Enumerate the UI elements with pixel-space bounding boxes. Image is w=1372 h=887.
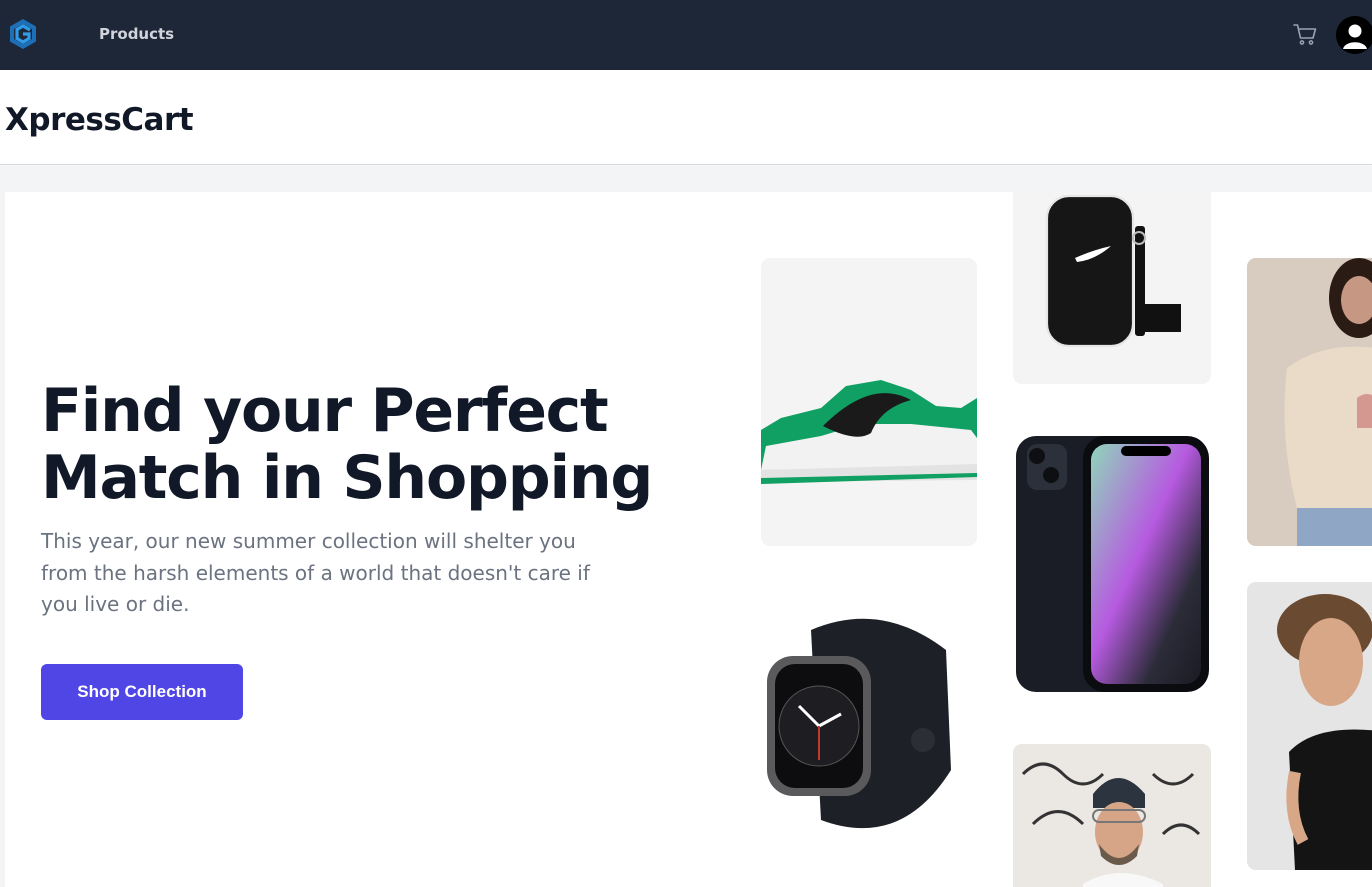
nav-link-products[interactable]: Products bbox=[99, 25, 174, 43]
user-avatar-icon[interactable] bbox=[1336, 16, 1372, 54]
hexagon-logo-icon[interactable] bbox=[6, 17, 40, 51]
smartphone-image[interactable] bbox=[1013, 430, 1211, 692]
smartwatch-image[interactable] bbox=[761, 610, 977, 840]
cart-icon[interactable] bbox=[1292, 21, 1318, 47]
hero-subtext: This year, our new summer collection wil… bbox=[41, 529, 590, 616]
shop-collection-button[interactable]: Shop Collection bbox=[41, 664, 243, 720]
man-black-tshirt-image[interactable] bbox=[1247, 582, 1372, 870]
hero-section: Find your Perfect Match in Shopping This… bbox=[5, 192, 1372, 887]
man-beanie-image[interactable] bbox=[1013, 744, 1211, 887]
hero-headline-line2: Match in Shopping bbox=[41, 443, 653, 513]
green-sneaker-image[interactable] bbox=[761, 258, 977, 546]
page-header: XpressCart bbox=[0, 70, 1372, 165]
brand-title: XpressCart bbox=[5, 102, 194, 138]
hero-headline-line1: Find your Perfect bbox=[41, 376, 609, 446]
hero-headline: Find your Perfect Match in Shopping bbox=[41, 378, 681, 512]
woman-tshirt-image[interactable] bbox=[1247, 258, 1372, 546]
black-crossbody-bag-image[interactable] bbox=[1013, 192, 1211, 384]
top-navbar: Products bbox=[0, 0, 1372, 70]
